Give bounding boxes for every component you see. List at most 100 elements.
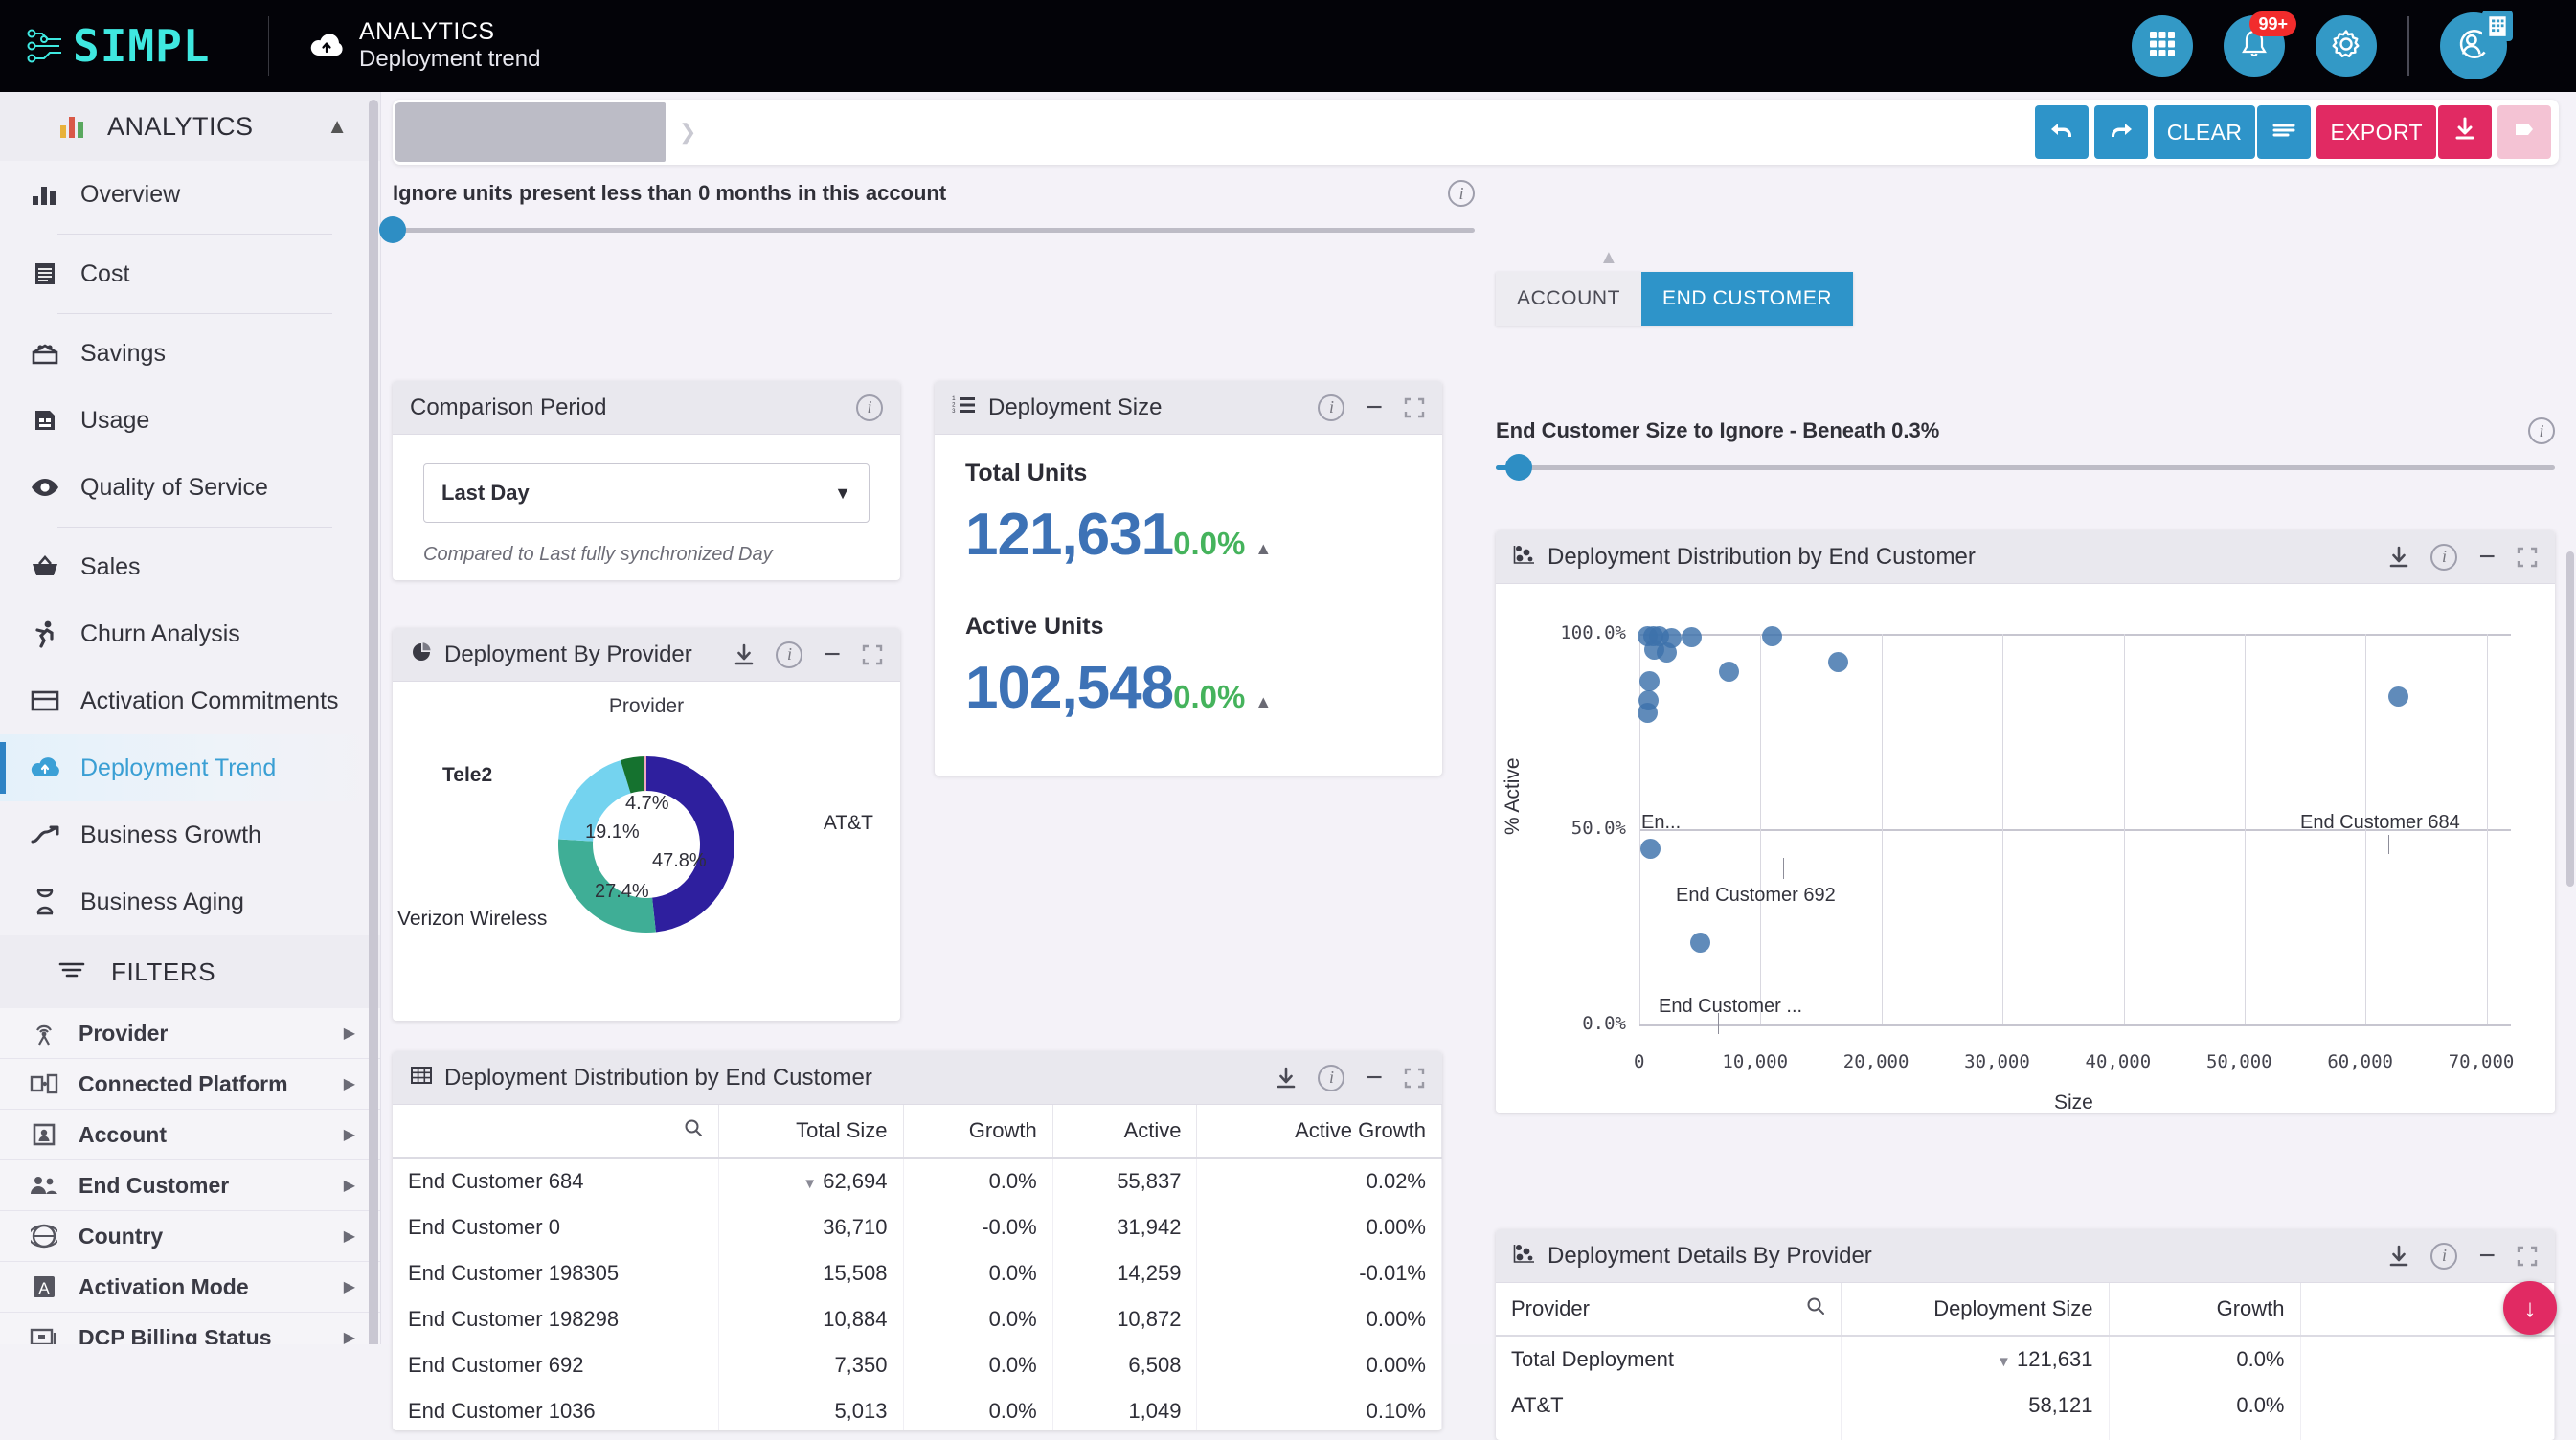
download-icon[interactable] [734, 643, 755, 666]
ignore-units-slider-knob[interactable] [379, 216, 406, 243]
column-header-growth[interactable]: Growth [2109, 1283, 2301, 1336]
deployment-size-info-icon[interactable]: i [1318, 394, 1345, 421]
scatter-point[interactable] [1828, 652, 1849, 673]
column-header-deployment-size[interactable]: Deployment Size [1841, 1283, 2110, 1336]
sidebar-item-sales[interactable]: Sales [0, 533, 380, 600]
search-icon[interactable] [1806, 1296, 1825, 1316]
scatter-plot-area[interactable]: 0.0% 50.0% 100.0% 0 10,000 20,000 30,000 40,000… [1496, 584, 2555, 1113]
sidebar-filters-header[interactable]: FILTERS [0, 935, 380, 1008]
sidebar-section-analytics[interactable]: ANALYTICS ▲ [0, 92, 380, 161]
expand-icon[interactable] [1404, 1068, 1425, 1089]
filter-item-account[interactable]: Account ▶ [0, 1110, 380, 1160]
table-row[interactable]: Total Deployment ▼ 121,631 0.0% [1496, 1336, 2555, 1383]
sidebar-item-usage[interactable]: Usage [0, 387, 380, 454]
tab-end-customer[interactable]: END CUSTOMER [1641, 272, 1854, 326]
filter-item-activation-mode[interactable]: A Activation Mode ▶ [0, 1262, 380, 1313]
table-row[interactable]: End Customer 198298 10,884 0.0% 10,872 0.00% [393, 1296, 1442, 1342]
panel-collapse-chevron-icon[interactable]: ▲ [1599, 247, 1618, 269]
sidebar-scrollbar[interactable] [369, 100, 378, 1344]
end-customer-size-slider[interactable] [1496, 454, 2555, 481]
table-cell: Total Deployment [1496, 1336, 1842, 1383]
sidebar-item-overview[interactable]: Overview [0, 161, 380, 228]
sidebar-item-churn-analysis[interactable]: Churn Analysis [0, 600, 380, 667]
column-header-growth[interactable]: Growth [903, 1105, 1053, 1158]
expand-icon[interactable] [2517, 1246, 2538, 1267]
scroll-down-fab[interactable]: ↓ [2503, 1281, 2557, 1335]
download-icon[interactable] [2388, 1245, 2409, 1268]
ignore-units-info-icon[interactable]: i [1448, 180, 1475, 207]
column-header-active[interactable]: Active [1052, 1105, 1198, 1158]
sidebar-item-activation-commitments[interactable]: Activation Commitments [0, 667, 380, 734]
end-customer-size-slider-knob[interactable] [1505, 454, 1533, 481]
chevron-up-icon[interactable]: ▲ [327, 114, 348, 139]
breadcrumb-placeholder[interactable] [395, 102, 666, 162]
header-separator [2407, 16, 2409, 76]
table-row[interactable]: End Customer 684 ▼ 62,694 0.0% 55,837 0.02% [393, 1158, 1442, 1204]
notifications-button[interactable]: 99+ [2224, 11, 2296, 77]
filter-item-provider[interactable]: Provider ▶ [0, 1008, 380, 1059]
deployment-by-provider-info-icon[interactable]: i [776, 641, 803, 668]
filter-item-country[interactable]: Country ▶ [0, 1211, 380, 1262]
provider-details-header: Deployment Details By Provider i − [1496, 1229, 2555, 1283]
sidebar-item-business-aging[interactable]: Business Aging [0, 868, 380, 935]
end-customer-size-info-icon[interactable]: i [2528, 417, 2555, 444]
distribution-scatter-info-icon[interactable]: i [2430, 543, 2458, 571]
filter-lines-button[interactable] [2257, 105, 2312, 159]
table-grid-icon [410, 1065, 433, 1091]
table-row[interactable]: End Customer 1036 5,013 0.0% 1,049 0.10% [393, 1388, 1442, 1430]
provider-details-info-icon[interactable]: i [2430, 1242, 2458, 1270]
scatter-point[interactable] [1718, 662, 1739, 683]
sidebar-item-quality-of-service[interactable]: Quality of Service [0, 454, 380, 521]
expand-icon[interactable] [2517, 547, 2538, 568]
sidebar-item-cost[interactable]: Cost [0, 240, 380, 307]
scatter-point[interactable] [1682, 627, 1703, 648]
apps-grid-button[interactable] [2132, 15, 2193, 77]
scatter-point[interactable] [1656, 641, 1677, 663]
tab-account[interactable]: ACCOUNT [1496, 272, 1642, 326]
comparison-period-select[interactable]: Last Day ▼ [423, 463, 870, 523]
table-row[interactable]: Verizon Wireless33,3290.0% [1496, 1429, 2555, 1440]
main-scrollbar[interactable] [2566, 551, 2574, 887]
scatter-point[interactable] [1761, 625, 1782, 646]
sidebar-item-deployment-trend[interactable]: Deployment Trend [0, 734, 380, 801]
user-account-button[interactable] [2440, 11, 2513, 79]
table-row[interactable]: AT&T 58,121 0.0% [1496, 1383, 2555, 1429]
download-button[interactable] [2438, 105, 2492, 159]
expand-icon[interactable] [1404, 397, 1425, 418]
brand-logo[interactable]: SIMPL [0, 20, 239, 72]
x-axis-tick-label: 60,000 [2327, 1051, 2393, 1072]
scatter-point[interactable] [2388, 686, 2409, 708]
bookmark-button[interactable] [2497, 105, 2551, 159]
download-icon[interactable] [2388, 546, 2409, 569]
column-header-name[interactable] [393, 1105, 719, 1158]
sidebar-item-business-growth[interactable]: Business Growth [0, 801, 380, 868]
expand-icon[interactable] [862, 644, 883, 665]
filter-item-connected-platform[interactable]: Connected Platform ▶ [0, 1059, 380, 1110]
card-icon [29, 685, 61, 717]
scatter-point[interactable] [1640, 839, 1661, 860]
clear-button[interactable]: CLEAR [2153, 105, 2256, 159]
ignore-units-slider[interactable] [379, 216, 1475, 243]
comparison-period-info-icon[interactable]: i [856, 394, 883, 421]
scatter-point[interactable] [1639, 670, 1661, 691]
settings-button[interactable] [2316, 15, 2377, 77]
column-header-total-size[interactable]: Total Size [718, 1105, 904, 1158]
deployment-by-provider-card: Deployment By Provider i − Provider Tele… [393, 628, 900, 1021]
redo-button[interactable] [2093, 105, 2148, 159]
download-icon[interactable] [1276, 1067, 1297, 1090]
table-row[interactable]: End Customer 198305 15,508 0.0% 14,259 -0.01… [393, 1250, 1442, 1296]
sidebar-item-savings[interactable]: Savings [0, 320, 380, 387]
scatter-point[interactable] [1690, 933, 1711, 954]
table-row[interactable]: End Customer 0 36,710 -0.0% 31,942 0.00% [393, 1204, 1442, 1250]
column-header-active-growth[interactable]: Active Growth [1196, 1105, 1442, 1158]
search-icon[interactable] [684, 1118, 703, 1137]
table-row[interactable]: End Customer 692 7,350 0.0% 6,508 0.00% [393, 1342, 1442, 1388]
scatter-point[interactable] [1638, 702, 1659, 723]
column-header-provider[interactable]: Provider [1496, 1283, 1842, 1336]
filter-item-end-customer[interactable]: End Customer ▶ [0, 1160, 380, 1211]
filter-item-dcp-billing-status[interactable]: DCP Billing Status ▶ [0, 1313, 380, 1344]
distribution-table-info-icon[interactable]: i [1318, 1064, 1345, 1091]
undo-button[interactable] [2034, 105, 2089, 159]
sim-card-icon [29, 404, 61, 437]
export-button[interactable]: EXPORT [2316, 105, 2436, 159]
